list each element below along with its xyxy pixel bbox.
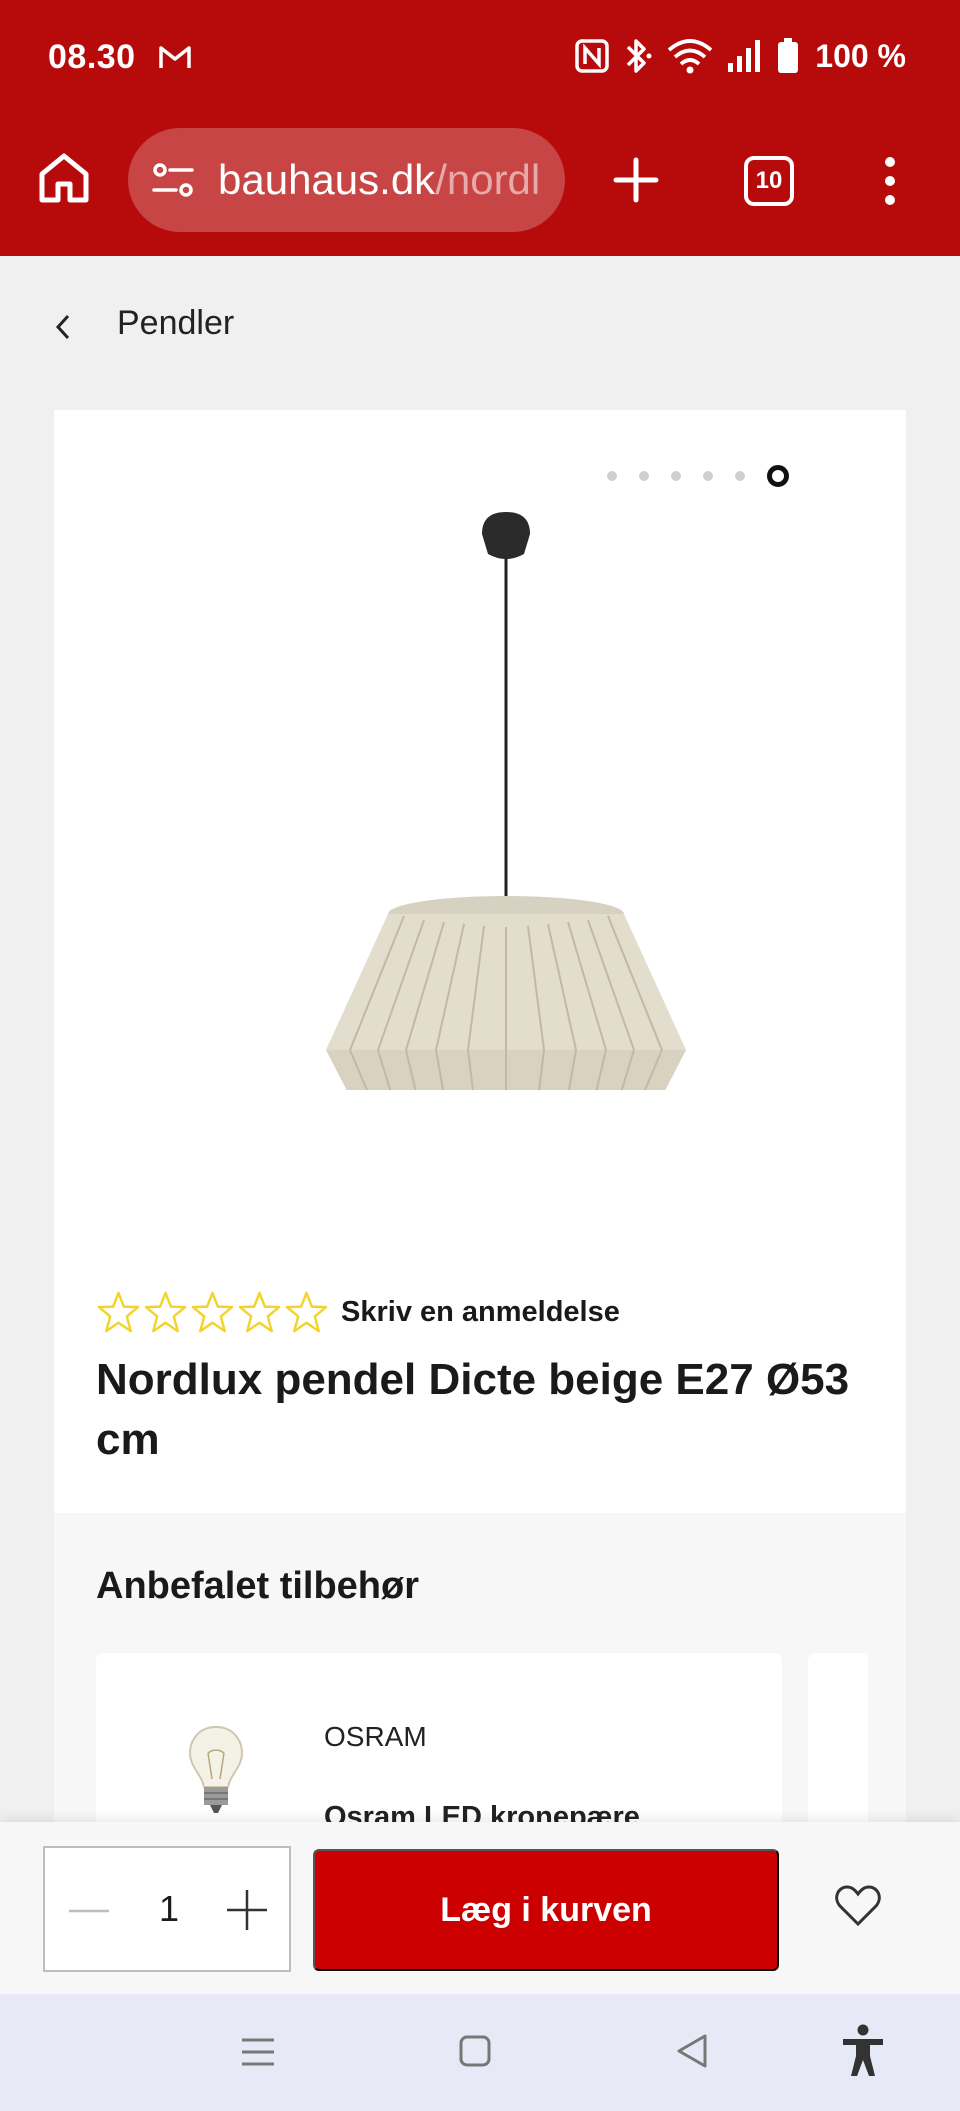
gallery-dot[interactable] [767, 465, 789, 487]
plus-icon[interactable] [225, 1888, 269, 1932]
url-text: bauhaus.dk/nordl [218, 156, 540, 204]
breadcrumb[interactable]: Pendler [0, 256, 960, 396]
more-menu-icon[interactable] [882, 156, 898, 206]
star-icon [285, 1291, 328, 1333]
minus-icon[interactable] [67, 1896, 111, 1926]
add-to-cart-button[interactable]: Læg i kurven [313, 1849, 779, 1971]
tab-count: 10 [755, 167, 783, 194]
quantity-value[interactable]: 1 [149, 1888, 189, 1930]
gmail-icon [159, 46, 191, 68]
recent-apps-icon[interactable] [240, 2034, 276, 2070]
status-bar: 08.30 100 % [0, 0, 960, 115]
star-icon [97, 1291, 140, 1333]
product-image[interactable] [254, 470, 734, 1090]
system-nav-bar [0, 1994, 960, 2111]
product-title: Nordlux pendel Dicte beige E27 Ø53 cm [96, 1355, 850, 1464]
new-tab-icon[interactable] [612, 156, 660, 204]
rating-stars [96, 1290, 329, 1335]
battery-icon [778, 38, 799, 73]
nfc-icon [575, 39, 610, 73]
address-bar[interactable]: bauhaus.dk/nordl [128, 128, 565, 232]
accessibility-icon[interactable] [840, 2024, 886, 2078]
browser-toolbar: bauhaus.dk/nordl 10 [0, 120, 960, 238]
quantity-stepper: 1 [43, 1846, 291, 1972]
buy-bar: 1 Læg i kurven [0, 1822, 960, 1994]
accessory-brand: OSRAM [324, 1721, 427, 1752]
battery-percentage: 100 % [815, 37, 906, 74]
product-card: Skriv en anmeldelse Nordlux pendel Dicte… [54, 410, 906, 1913]
accessories-section: Anbefalet tilbehør OSRAM Osram LED krone… [54, 1513, 906, 1913]
browser-chrome: 08.30 100 % bauhaus.dk/nordl 10 [0, 0, 960, 256]
star-icon [191, 1291, 234, 1333]
gallery-dot[interactable] [735, 471, 745, 481]
url-domain: bauhaus.dk [218, 156, 436, 203]
star-icon [144, 1291, 187, 1333]
heart-icon[interactable] [834, 1884, 882, 1928]
site-settings-icon[interactable] [150, 160, 198, 200]
home-nav-icon[interactable] [458, 2034, 492, 2068]
tab-switcher-button[interactable]: 10 [744, 156, 794, 206]
status-icons: 100 % [575, 36, 906, 76]
breadcrumb-label[interactable]: Pendler [117, 304, 234, 343]
back-icon[interactable] [675, 2032, 709, 2070]
chevron-left-icon[interactable] [52, 312, 74, 342]
write-review-link[interactable]: Skriv en anmeldelse [341, 1296, 620, 1329]
home-icon[interactable] [36, 150, 92, 206]
bluetooth-icon [627, 39, 652, 73]
accessories-heading: Anbefalet tilbehør [96, 1565, 420, 1607]
light-bulb-image [188, 1725, 244, 1813]
rating-row[interactable]: Skriv en anmeldelse [96, 1290, 620, 1335]
status-time: 08.30 [48, 38, 136, 76]
star-icon [238, 1291, 281, 1333]
signal-icon [728, 40, 761, 72]
url-path: /nordl [435, 156, 541, 203]
wifi-icon [668, 39, 713, 74]
